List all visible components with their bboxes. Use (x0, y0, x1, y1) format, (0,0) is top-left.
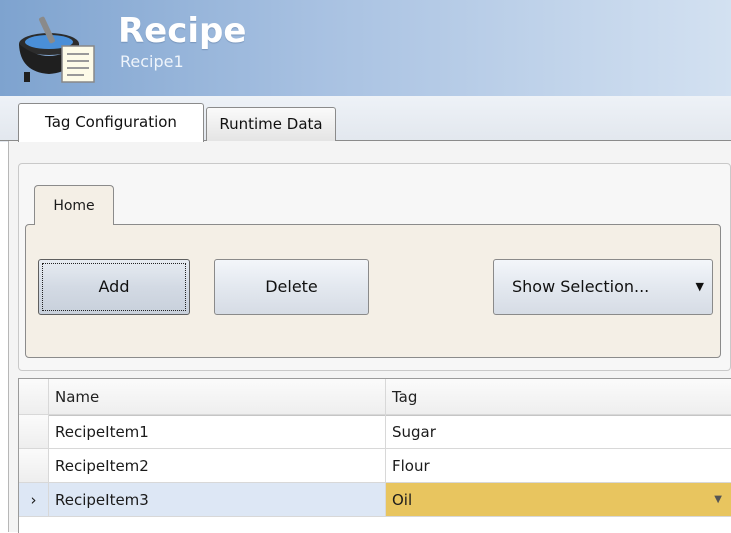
page-subtitle: Recipe1 (120, 52, 184, 71)
recipe-items-grid[interactable]: Name Tag RecipeItem1 Sugar RecipeItem2 F… (18, 378, 731, 533)
column-header-tag[interactable]: Tag (386, 379, 731, 415)
ribbon-tab-home[interactable]: Home (34, 185, 114, 225)
name-cell[interactable]: RecipeItem3 (49, 483, 386, 517)
cooking-pot-recipe-icon (19, 16, 95, 83)
table-row[interactable]: RecipeItem2 Flour (19, 449, 731, 483)
tag-cell[interactable]: Flour (386, 449, 731, 483)
row-indicator[interactable] (19, 449, 49, 483)
name-cell[interactable]: RecipeItem2 (49, 449, 386, 483)
page-title: Recipe (118, 11, 247, 51)
tag-value: Oil (392, 491, 413, 509)
grid-header-row: Name Tag (19, 379, 731, 416)
delete-button[interactable]: Delete (214, 259, 369, 315)
row-indicator[interactable] (19, 415, 49, 449)
current-row-indicator-icon[interactable]: › (19, 483, 49, 517)
tab-runtime-data[interactable]: Runtime Data (206, 107, 336, 141)
caret-down-icon: ▼ (695, 280, 704, 293)
row-header-corner (19, 379, 49, 415)
name-cell[interactable]: RecipeItem1 (49, 415, 386, 449)
tag-cell[interactable]: Sugar (386, 415, 731, 449)
column-header-name[interactable]: Name (49, 379, 386, 415)
caret-down-icon[interactable]: ▼ (714, 483, 722, 517)
show-selection-button[interactable]: Show Selection... ▼ (493, 259, 713, 315)
table-row[interactable]: RecipeItem1 Sugar (19, 415, 731, 449)
add-button[interactable]: Add (38, 259, 190, 315)
table-row-selected[interactable]: › RecipeItem3 Oil ▼ (19, 483, 731, 517)
tab-tag-configuration[interactable]: Tag Configuration (18, 103, 204, 142)
show-selection-label: Show Selection... (512, 277, 650, 296)
tag-cell-dropdown[interactable]: Oil ▼ (386, 483, 731, 517)
document-header: Recipe Recipe1 (0, 0, 731, 96)
